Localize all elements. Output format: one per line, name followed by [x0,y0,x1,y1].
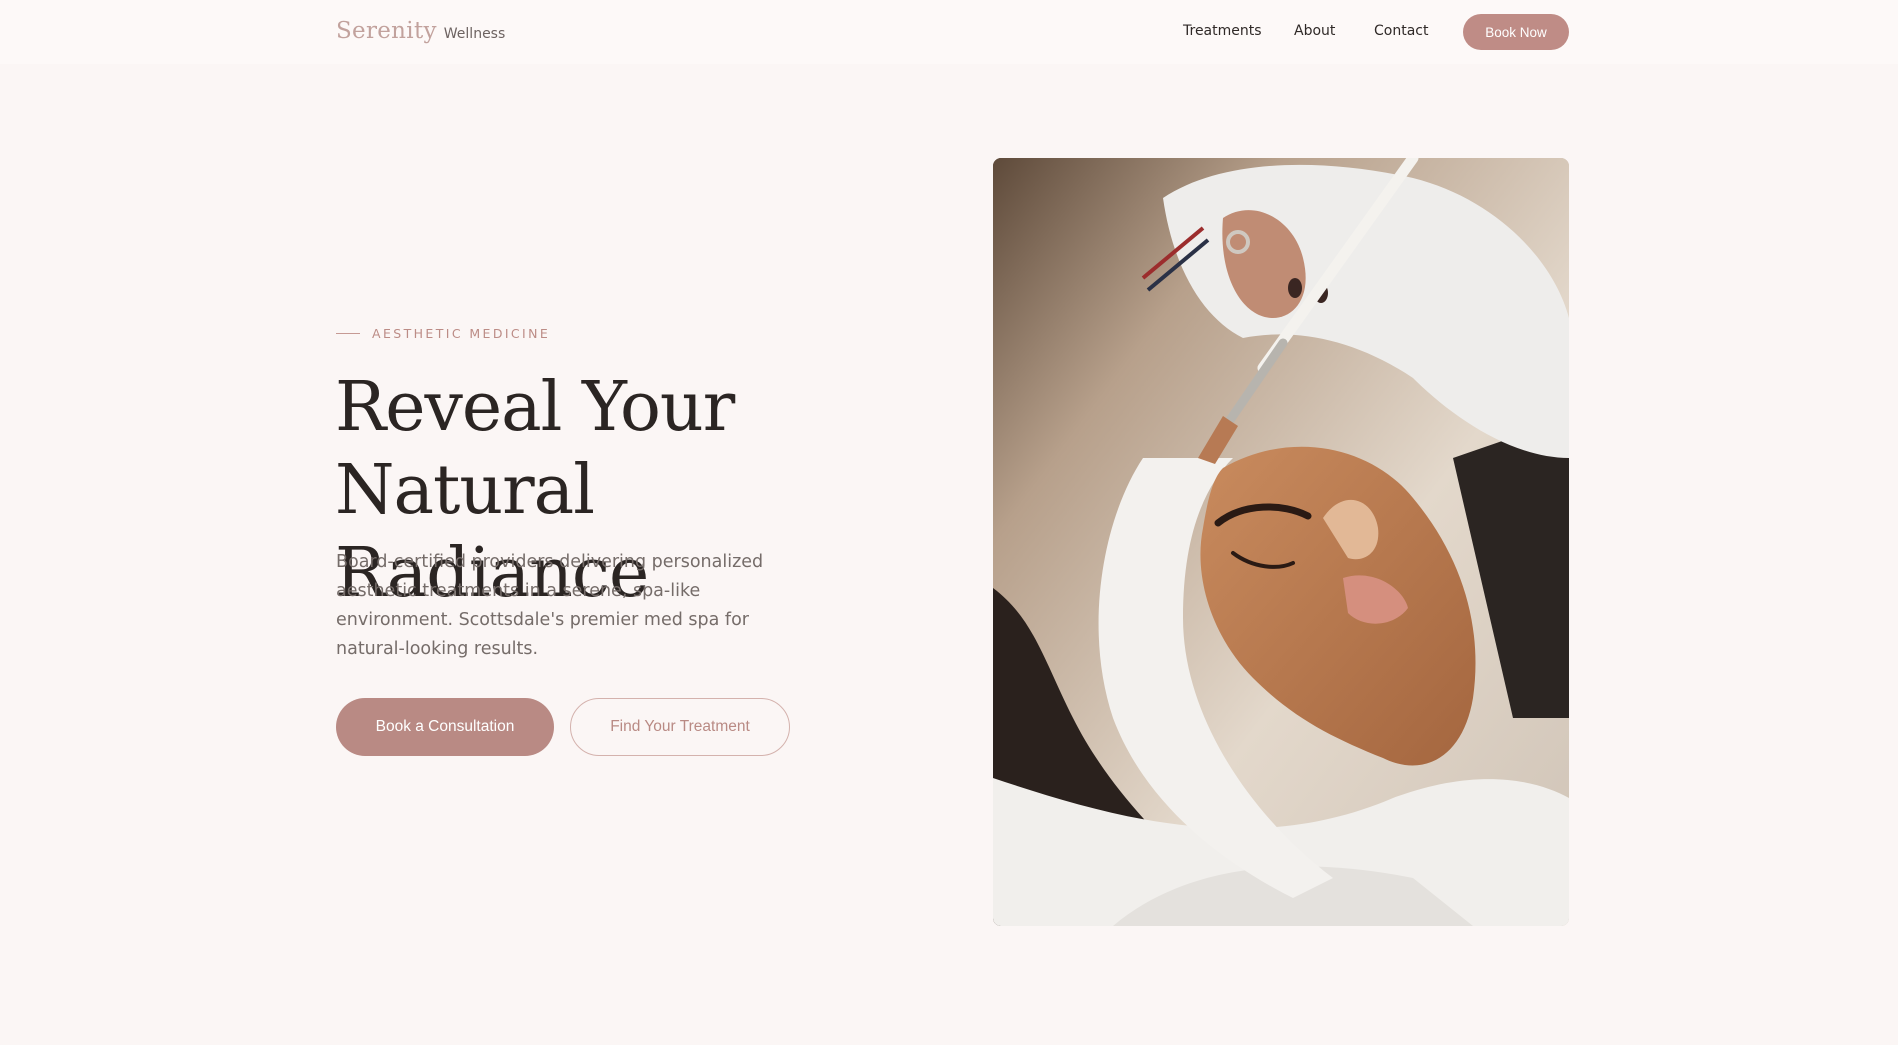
facial-treatment-illustration [993,158,1569,926]
eyebrow-label: AESTHETIC MEDICINE [372,326,551,341]
nav-link-treatments[interactable]: Treatments [1183,23,1262,39]
book-now-button[interactable]: Book Now [1463,14,1569,50]
headline-line-1: Reveal Your Natural [335,368,735,530]
nav-link-about[interactable]: About [1294,23,1335,39]
nav-links: Treatments About Contact Book Now [0,0,1898,64]
hero-subtext: Board-certified providers delivering per… [336,552,764,659]
find-treatment-button[interactable]: Find Your Treatment [570,698,790,756]
book-consultation-button[interactable]: Book a Consultation [336,698,554,756]
hero-image-facial-treatment [993,158,1569,926]
hero-eyebrow: AESTHETIC MEDICINE [336,326,550,341]
nav-link-contact[interactable]: Contact [1374,23,1428,39]
top-nav: Serenity Wellness Treatments About Conta… [0,0,1898,64]
eyebrow-divider [336,333,360,334]
